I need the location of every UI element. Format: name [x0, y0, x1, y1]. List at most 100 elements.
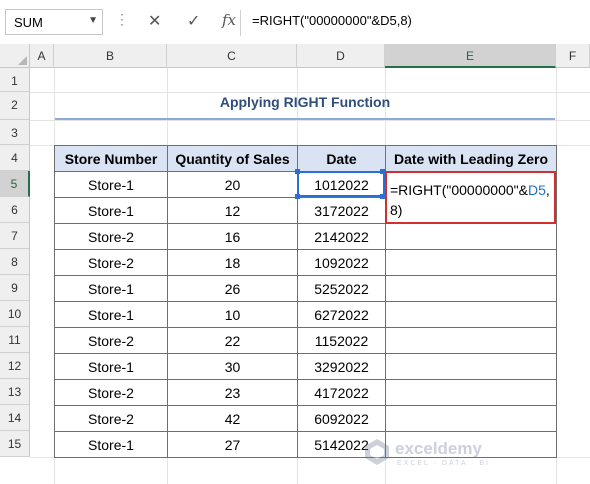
chevron-down-icon[interactable]: ▼ [88, 15, 98, 26]
select-all-icon [18, 56, 27, 65]
store-number-cell[interactable]: Store-1 [54, 431, 168, 458]
store-number-cell[interactable]: Store-2 [54, 327, 168, 354]
header-date-leading-zero[interactable]: Date with Leading Zero [385, 145, 557, 172]
cell-formula-text: =RIGHT("00000000"&D5, 8) [390, 180, 550, 220]
formula-reference: D5 [527, 182, 546, 198]
name-box[interactable]: SUM ▼ [5, 9, 103, 35]
header-date[interactable]: Date [297, 145, 386, 172]
table-row: Store-2 16 2142022 [54, 223, 557, 250]
formula-part: , [545, 182, 550, 198]
row-header-11[interactable]: 11 [0, 327, 30, 353]
store-number-cell[interactable]: Store-1 [54, 197, 168, 224]
store-number-cell[interactable]: Store-1 [54, 171, 168, 198]
column-header-d[interactable]: D [297, 44, 385, 68]
row-header-3[interactable]: 3 [0, 120, 30, 145]
column-header-e[interactable]: E [385, 44, 556, 68]
column-header-b[interactable]: B [54, 44, 167, 68]
quantity-cell[interactable]: 26 [167, 275, 298, 302]
store-number-cell[interactable]: Store-1 [54, 353, 168, 380]
quantity-cell[interactable]: 10 [167, 301, 298, 328]
header-store-number[interactable]: Store Number [54, 145, 168, 172]
leading-zero-cell[interactable] [385, 405, 557, 432]
formula-input[interactable]: =RIGHT("00000000"&D5,8) [252, 13, 412, 28]
quantity-cell[interactable]: 12 [167, 197, 298, 224]
date-cell[interactable]: 2142022 [297, 223, 386, 250]
date-cell[interactable]: 3292022 [297, 353, 386, 380]
row-header-8[interactable]: 8 [0, 249, 30, 275]
column-header-f[interactable]: F [556, 44, 590, 68]
row-header-14[interactable]: 14 [0, 405, 30, 431]
selection-handle[interactable] [295, 169, 300, 174]
exceldemy-logo-icon [365, 439, 389, 465]
date-cell[interactable]: 6272022 [297, 301, 386, 328]
referenced-cell-highlight [297, 171, 385, 197]
table-row: Store-1 26 5252022 [54, 275, 557, 302]
column-header-c[interactable]: C [167, 44, 297, 68]
date-cell[interactable]: 5252022 [297, 275, 386, 302]
row-header-6[interactable]: 6 [0, 197, 30, 223]
row-header-5[interactable]: 5 [0, 171, 30, 197]
more-icon: ⋮ [115, 11, 129, 27]
store-number-cell[interactable]: Store-2 [54, 223, 168, 250]
formula-bar: SUM ▼ ⋮ ✕ ✓ fx =RIGHT("00000000"&D5,8) [0, 0, 590, 45]
store-number-cell[interactable]: Store-2 [54, 379, 168, 406]
cancel-icon[interactable]: ✕ [148, 11, 161, 31]
store-number-cell[interactable]: Store-1 [54, 301, 168, 328]
store-number-cell[interactable]: Store-1 [54, 275, 168, 302]
quantity-cell[interactable]: 20 [167, 171, 298, 198]
quantity-cell[interactable]: 22 [167, 327, 298, 354]
insert-function-icon[interactable]: fx [222, 11, 236, 29]
row-header-9[interactable]: 9 [0, 275, 30, 301]
row-header-2[interactable]: 2 [0, 92, 30, 120]
date-cell[interactable]: 4172022 [297, 379, 386, 406]
row-header-1[interactable]: 1 [0, 68, 30, 92]
date-cell[interactable]: 1152022 [297, 327, 386, 354]
table-row: Store-2 22 1152022 [54, 327, 557, 354]
leading-zero-cell[interactable] [385, 223, 557, 250]
leading-zero-cell[interactable] [385, 353, 557, 380]
date-cell[interactable]: 1092022 [297, 249, 386, 276]
title-underline [55, 118, 555, 120]
row-header-13[interactable]: 13 [0, 379, 30, 405]
enter-icon[interactable]: ✓ [187, 11, 200, 31]
watermark-name: exceldemy [395, 439, 482, 458]
leading-zero-cell[interactable] [385, 275, 557, 302]
table-row: Store-2 42 6092022 [54, 405, 557, 432]
leading-zero-cell[interactable] [385, 379, 557, 406]
select-all-corner[interactable] [0, 44, 30, 68]
gridline [30, 92, 590, 93]
table-row: Store-1 30 3292022 [54, 353, 557, 380]
table-row: Store-1 10 6272022 [54, 301, 557, 328]
sheet-title[interactable]: Applying RIGHT Function [55, 94, 555, 110]
quantity-cell[interactable]: 30 [167, 353, 298, 380]
header-row: Store Number Quantity of Sales Date Date… [54, 145, 557, 172]
row-header-15[interactable]: 15 [0, 431, 30, 457]
row-header-12[interactable]: 12 [0, 353, 30, 379]
row-header-4[interactable]: 4 [0, 145, 30, 171]
leading-zero-cell[interactable] [385, 301, 557, 328]
date-cell[interactable]: 3172022 [297, 197, 386, 224]
quantity-cell[interactable]: 42 [167, 405, 298, 432]
formula-part: 8) [390, 202, 403, 218]
store-number-cell[interactable]: Store-2 [54, 249, 168, 276]
row-header-10[interactable]: 10 [0, 301, 30, 327]
name-box-value: SUM [14, 15, 43, 30]
formula-bar-divider [240, 10, 241, 36]
watermark-tagline: EXCEL · DATA · BI [397, 460, 490, 467]
date-cell[interactable]: 6092022 [297, 405, 386, 432]
store-number-cell[interactable]: Store-2 [54, 405, 168, 432]
quantity-cell[interactable]: 18 [167, 249, 298, 276]
quantity-cell[interactable]: 23 [167, 379, 298, 406]
leading-zero-cell[interactable] [385, 327, 557, 354]
column-header-a[interactable]: A [30, 44, 54, 68]
header-quantity-of-sales[interactable]: Quantity of Sales [167, 145, 298, 172]
quantity-cell[interactable]: 16 [167, 223, 298, 250]
gridline [30, 120, 590, 121]
row-header-7[interactable]: 7 [0, 223, 30, 249]
formula-part: =RIGHT("00000000"& [390, 182, 528, 198]
quantity-cell[interactable]: 27 [167, 431, 298, 458]
active-cell-e5[interactable]: =RIGHT("00000000"&D5, 8) [385, 171, 556, 224]
leading-zero-cell[interactable] [385, 249, 557, 276]
table-row: Store-2 18 1092022 [54, 249, 557, 276]
selection-handle[interactable] [295, 194, 300, 199]
